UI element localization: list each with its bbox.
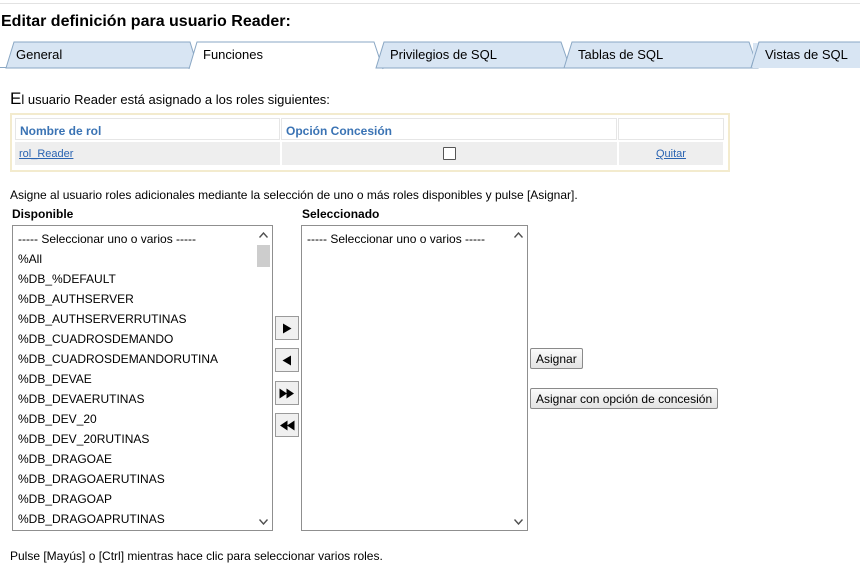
table-row-action-cell: Quitar xyxy=(619,142,724,165)
intro-initial-letter: E xyxy=(10,89,22,108)
list-item[interactable]: %DB_%DEFAULT xyxy=(13,269,255,289)
grant-option-checkbox[interactable] xyxy=(443,147,456,160)
fast-forward-icon xyxy=(279,388,294,398)
selected-items: ----- Seleccionar uno o varios ----- xyxy=(302,226,510,249)
top-divider xyxy=(0,3,860,4)
tab-vistas-sql[interactable]: Vistas de SQL xyxy=(750,41,860,69)
list-item[interactable]: %DB_DEV_20RUTINAS xyxy=(13,429,255,449)
add-selected-button[interactable] xyxy=(275,316,299,340)
list-item[interactable]: %DB_DRAGOAE xyxy=(13,449,255,469)
list-item[interactable]: %DB_DRAGOAP xyxy=(13,489,255,509)
tab-label: Tablas de SQL xyxy=(578,47,664,62)
selected-scrollbar[interactable] xyxy=(510,226,527,530)
intro-rest-text: l usuario Reader está asignado a los rol… xyxy=(21,92,330,107)
selected-roles-listbox[interactable]: ----- Seleccionar uno o varios ----- xyxy=(301,225,528,531)
table-row-grant-cell xyxy=(282,142,618,165)
tab-general[interactable]: General xyxy=(2,41,199,69)
tab-label: General xyxy=(16,47,63,62)
list-item[interactable]: %DB_DEVAE xyxy=(13,369,255,389)
list-item[interactable]: %DB_DRAGOAERUTINAS xyxy=(13,469,255,489)
page-title: Editar definición para usuario Reader: xyxy=(1,13,291,30)
scroll-down-arrow-icon[interactable] xyxy=(255,513,272,530)
tab-label: Vistas de SQL xyxy=(765,47,848,62)
tab-tablas-sql[interactable]: Tablas de SQL xyxy=(563,41,759,69)
scroll-up-arrow-icon[interactable] xyxy=(255,226,272,243)
available-scrollbar[interactable] xyxy=(255,226,272,530)
tab-label: Privilegios de SQL xyxy=(390,47,497,62)
list-item[interactable]: ----- Seleccionar uno o varios ----- xyxy=(302,229,510,249)
list-item[interactable]: %All xyxy=(13,249,255,269)
multi-select-hint: Pulse [Mayús] o [Ctrl] mientras hace cli… xyxy=(10,549,383,563)
roles-intro-text: El usuario Reader está asignado a los ro… xyxy=(10,89,330,109)
role-link-rol-reader[interactable]: rol_Reader xyxy=(19,148,73,160)
tab-privilegios-sql[interactable]: Privilegios de SQL xyxy=(375,41,571,69)
remove-all-button[interactable] xyxy=(275,413,299,437)
assign-button[interactable]: Asignar xyxy=(530,348,583,369)
list-item[interactable]: %DB_AUTHSERVERRUTINAS xyxy=(13,309,255,329)
assign-with-grant-button[interactable]: Asignar con opción de concesión xyxy=(530,388,719,409)
remove-selected-button[interactable] xyxy=(275,348,299,372)
list-item[interactable]: %DB_DEVAERUTINAS xyxy=(13,389,255,409)
remove-role-link[interactable]: Quitar xyxy=(656,148,686,160)
list-item[interactable]: %DB_AUTHSERVER xyxy=(13,289,255,309)
column-header-actions xyxy=(618,118,724,140)
tab-funciones[interactable]: Funciones xyxy=(188,41,384,70)
list-item[interactable]: %DB_CUADROSDEMANDO xyxy=(13,329,255,349)
list-item[interactable]: %DB_CUADROSDEMANDORUTINA xyxy=(13,349,255,369)
scrollbar-thumb[interactable] xyxy=(257,245,270,267)
add-all-button[interactable] xyxy=(275,381,299,405)
selected-label: Seleccionado xyxy=(302,207,380,221)
play-left-icon xyxy=(282,355,291,365)
scroll-up-arrow-icon[interactable] xyxy=(510,226,527,243)
column-header-grant-option: Opción Concesión xyxy=(281,118,617,140)
list-item[interactable]: %DB_DRAGOAPRUTINAS xyxy=(13,509,255,529)
available-label: Disponible xyxy=(12,207,74,221)
tab-bar: General Funciones Privilegios de SQL Tab… xyxy=(0,41,860,70)
available-roles-listbox[interactable]: ----- Seleccionar uno o varios ----- %All… xyxy=(12,225,273,531)
assign-instruction: Asigne al usuario roles adicionales medi… xyxy=(10,188,578,202)
list-item[interactable]: ----- Seleccionar uno o varios ----- xyxy=(13,229,255,249)
column-header-role-name: Nombre de rol xyxy=(15,118,280,140)
assigned-roles-table: Nombre de rol Opción Concesión rol_Reade… xyxy=(10,113,730,172)
list-item[interactable]: %DB_DEV_20 xyxy=(13,409,255,429)
available-items: ----- Seleccionar uno o varios ----- %All… xyxy=(13,226,255,529)
tab-label: Funciones xyxy=(203,47,263,62)
table-row-role-cell: rol_Reader xyxy=(15,142,281,165)
fast-rewind-icon xyxy=(280,420,295,430)
play-right-icon xyxy=(283,323,292,333)
scroll-down-arrow-icon[interactable] xyxy=(510,513,527,530)
